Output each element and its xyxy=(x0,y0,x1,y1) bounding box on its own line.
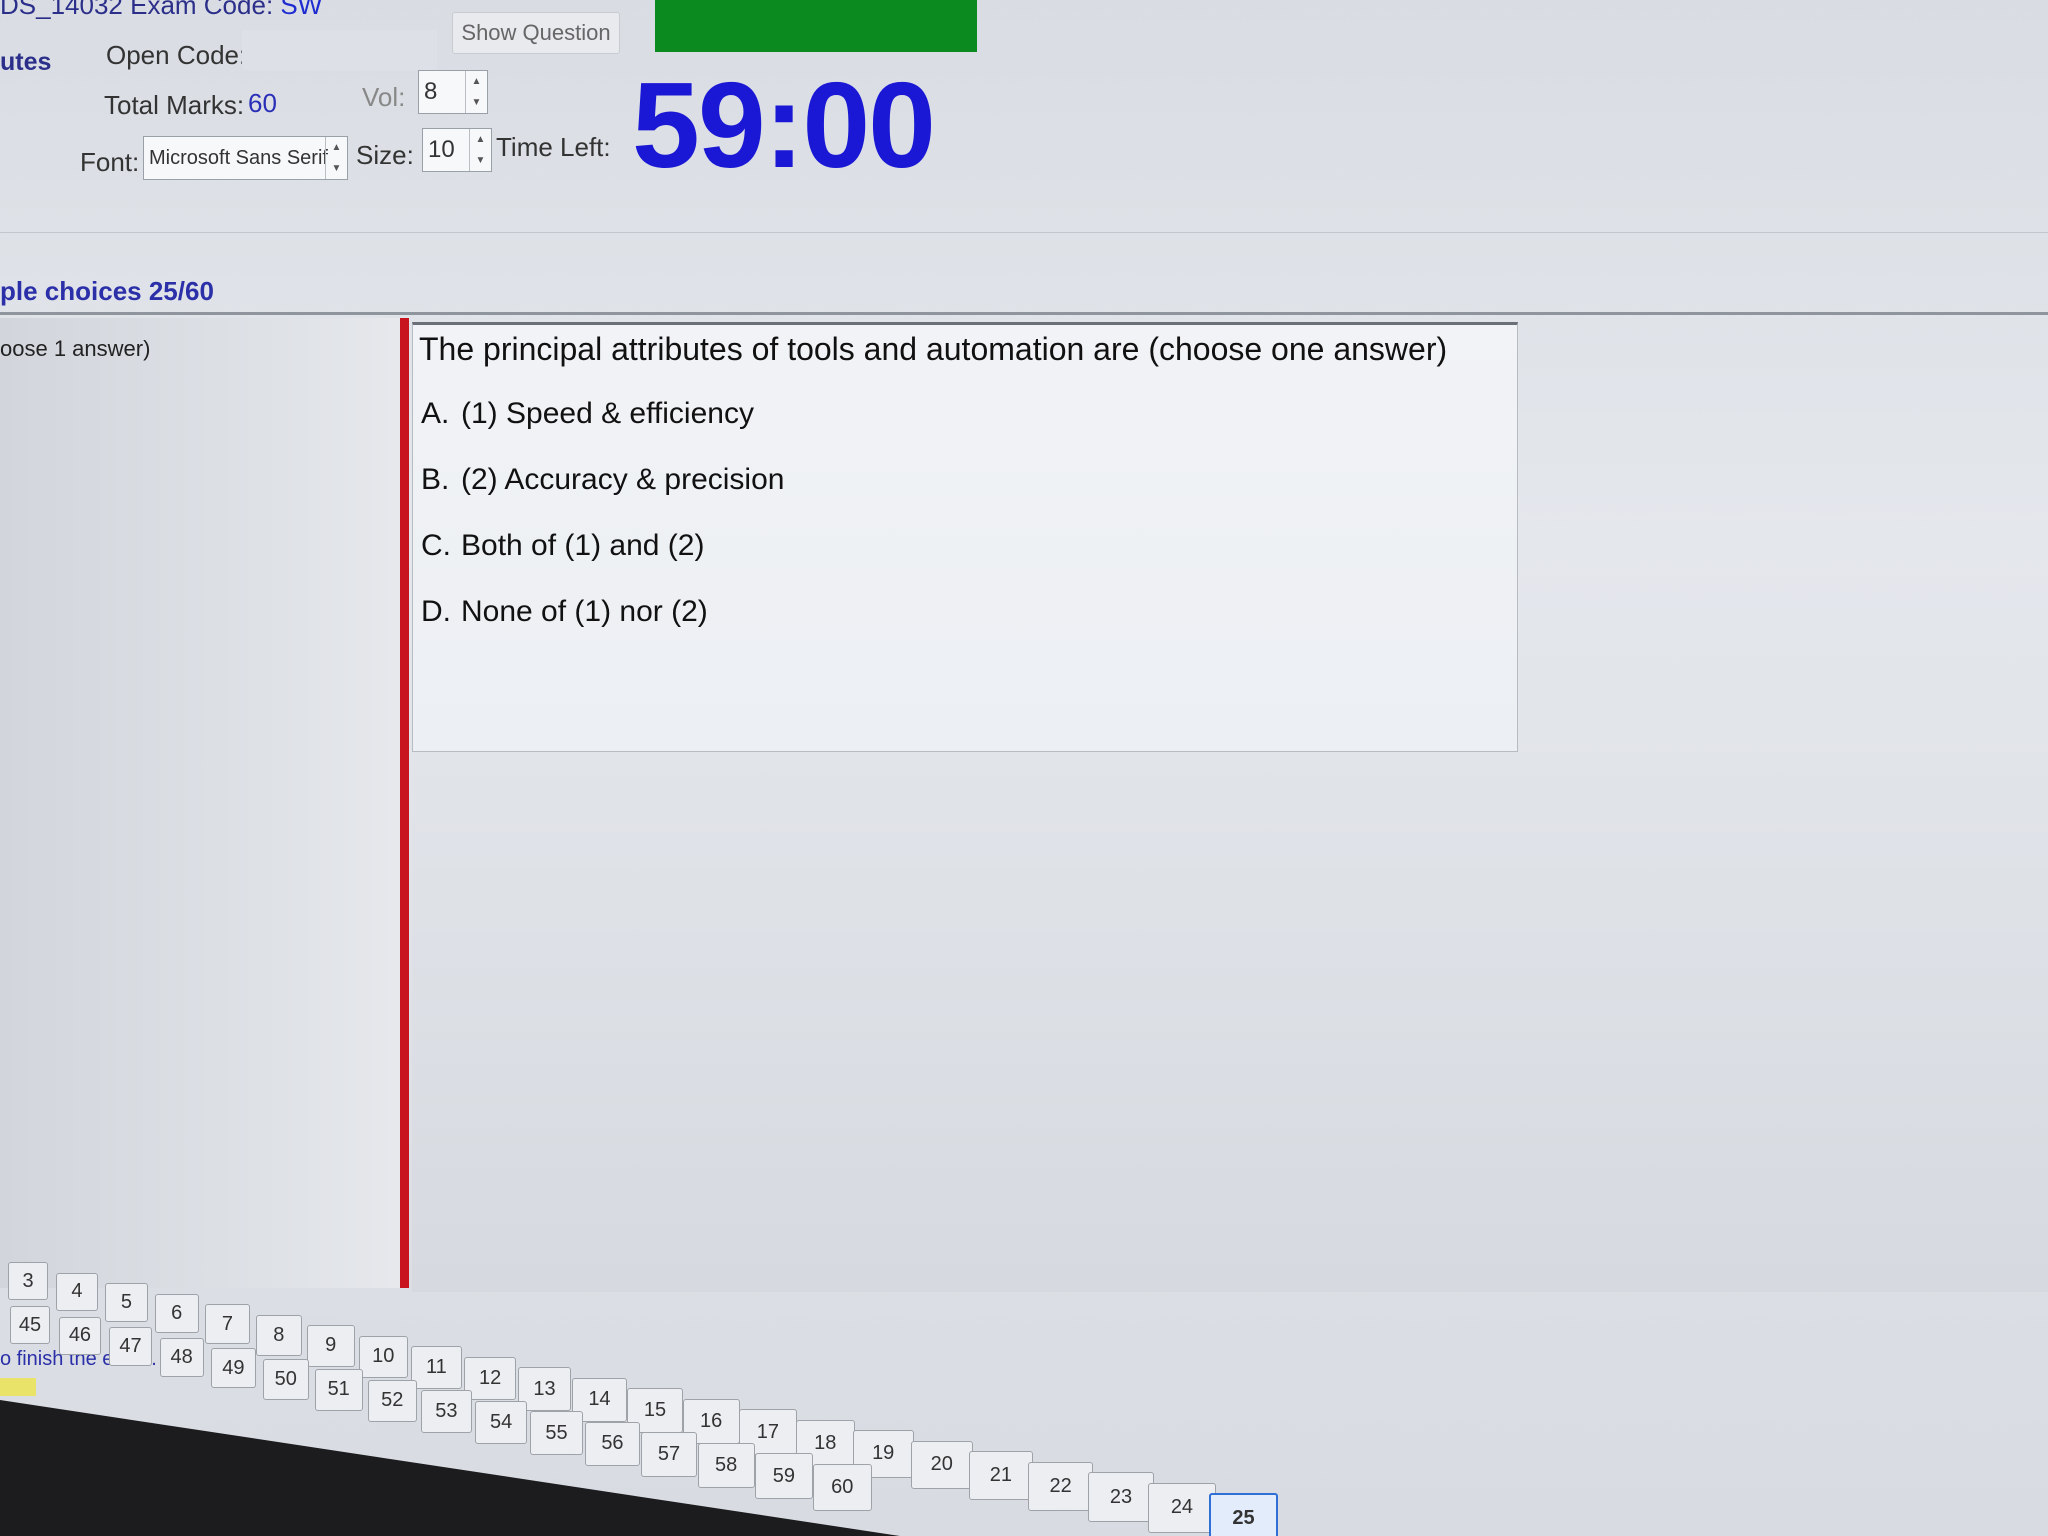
font-value: Microsoft Sans Serif xyxy=(149,146,328,169)
question-nav-button-48[interactable]: 48 xyxy=(159,1337,204,1378)
question-nav-button-51[interactable]: 51 xyxy=(314,1369,363,1411)
question-nav-button-60[interactable]: 60 xyxy=(812,1463,872,1511)
time-left-value: 59:00 xyxy=(632,57,936,193)
question-nav-button-20[interactable]: 20 xyxy=(910,1440,973,1489)
header-divider xyxy=(0,232,2048,233)
question-nav-button-10[interactable]: 10 xyxy=(358,1335,408,1378)
question-nav-button-25[interactable]: 25 xyxy=(1209,1493,1278,1536)
size-value: 10 xyxy=(428,136,455,163)
option-text: Both of (1) and (2) xyxy=(461,529,705,562)
question-nav-button-6[interactable]: 6 xyxy=(154,1293,199,1334)
vol-value: 8 xyxy=(424,78,438,105)
question-nav-button-9[interactable]: 9 xyxy=(306,1325,355,1367)
option-text: (2) Accuracy & precision xyxy=(461,463,785,496)
left-panel: oose 1 answer) xyxy=(0,318,400,1288)
total-marks-value: 60 xyxy=(248,88,277,118)
time-left-label: Time Left: xyxy=(496,132,611,162)
question-nav-button-4[interactable]: 4 xyxy=(56,1272,98,1312)
question-nav-button-53[interactable]: 53 xyxy=(421,1390,472,1433)
option-letter: A. xyxy=(421,397,450,430)
vol-stepper[interactable]: 8 ▲ ▼ xyxy=(418,70,488,114)
question-nav-button-24[interactable]: 24 xyxy=(1148,1482,1216,1534)
size-label: Size: xyxy=(356,140,414,170)
option-b[interactable]: B. (2) Accuracy & precision xyxy=(421,463,784,497)
question-nav-button-46[interactable]: 46 xyxy=(59,1316,101,1356)
option-a[interactable]: A. (1) Speed & efficiency xyxy=(421,397,754,431)
font-label: Font: xyxy=(80,147,140,177)
size-stepper[interactable]: 10 ▲ ▼ xyxy=(422,128,492,172)
show-question-button[interactable]: Show Question xyxy=(452,12,620,54)
question-nav-button-59[interactable]: 59 xyxy=(754,1453,813,1500)
option-text: None of (1) nor (2) xyxy=(461,595,708,628)
question-panel: The principal attributes of tools and au… xyxy=(412,322,1518,752)
answer-hint: oose 1 answer) xyxy=(0,336,151,361)
question-nav-button-58[interactable]: 58 xyxy=(697,1442,755,1489)
question-nav-button-12[interactable]: 12 xyxy=(464,1356,516,1400)
question-nav-button-5[interactable]: 5 xyxy=(105,1283,148,1323)
question-nav-button-7[interactable]: 7 xyxy=(204,1304,250,1345)
option-text: (1) Speed & efficiency xyxy=(461,397,754,430)
question-nav-button-56[interactable]: 56 xyxy=(585,1421,640,1467)
option-c[interactable]: C. Both of (1) and (2) xyxy=(421,529,704,563)
question-nav-button-8[interactable]: 8 xyxy=(255,1314,302,1356)
section-divider xyxy=(0,312,2048,315)
question-nav-button-11[interactable]: 11 xyxy=(411,1346,462,1389)
vol-label: Vol: xyxy=(362,82,406,112)
font-spin-arrows-icon[interactable]: ▲ ▼ xyxy=(325,137,347,179)
finish-marker xyxy=(0,1378,36,1396)
total-marks-label: Total Marks: xyxy=(104,90,245,120)
open-code-label: Open Code: xyxy=(106,40,247,70)
question-nav-button-22[interactable]: 22 xyxy=(1028,1461,1093,1511)
option-letter: D. xyxy=(421,595,451,628)
status-bar xyxy=(655,0,977,52)
answer-area xyxy=(412,752,2048,1292)
exam-code-value: SW xyxy=(280,0,323,20)
question-nav-button-52[interactable]: 52 xyxy=(367,1379,417,1422)
option-letter: B. xyxy=(421,463,450,496)
question-nav-button-49[interactable]: 49 xyxy=(210,1348,256,1389)
question-nav-button-23[interactable]: 23 xyxy=(1088,1472,1154,1522)
exam-header: DS_14032 Exam Code: SW utes Open Code: S… xyxy=(0,0,2048,235)
question-nav-button-47[interactable]: 47 xyxy=(109,1327,152,1367)
vol-spin-arrows-icon[interactable]: ▲ ▼ xyxy=(465,71,487,113)
question-nav-button-55[interactable]: 55 xyxy=(530,1411,583,1455)
question-nav-button-54[interactable]: 54 xyxy=(475,1400,527,1444)
minutes-label: utes xyxy=(0,48,52,76)
question-nav-button-45[interactable]: 45 xyxy=(10,1306,50,1344)
exam-title-prefix: DS_14032 Exam Code: xyxy=(0,0,274,20)
font-select[interactable]: Microsoft Sans Serif ▲ ▼ xyxy=(143,136,348,180)
section-title: ple choices 25/60 xyxy=(0,276,214,306)
question-nav-button-50[interactable]: 50 xyxy=(262,1358,309,1400)
question-nav-button-21[interactable]: 21 xyxy=(969,1451,1033,1500)
panel-divider[interactable] xyxy=(400,318,409,1288)
option-letter: C. xyxy=(421,529,451,562)
question-nav-button-57[interactable]: 57 xyxy=(641,1432,697,1478)
size-spin-arrows-icon[interactable]: ▲ ▼ xyxy=(469,129,491,171)
exam-title: DS_14032 Exam Code: SW xyxy=(0,0,322,21)
question-nav-button-3[interactable]: 3 xyxy=(8,1262,48,1300)
open-code-field[interactable] xyxy=(242,30,437,70)
option-d[interactable]: D. None of (1) nor (2) xyxy=(421,595,708,629)
question-text: The principal attributes of tools and au… xyxy=(419,331,1448,367)
